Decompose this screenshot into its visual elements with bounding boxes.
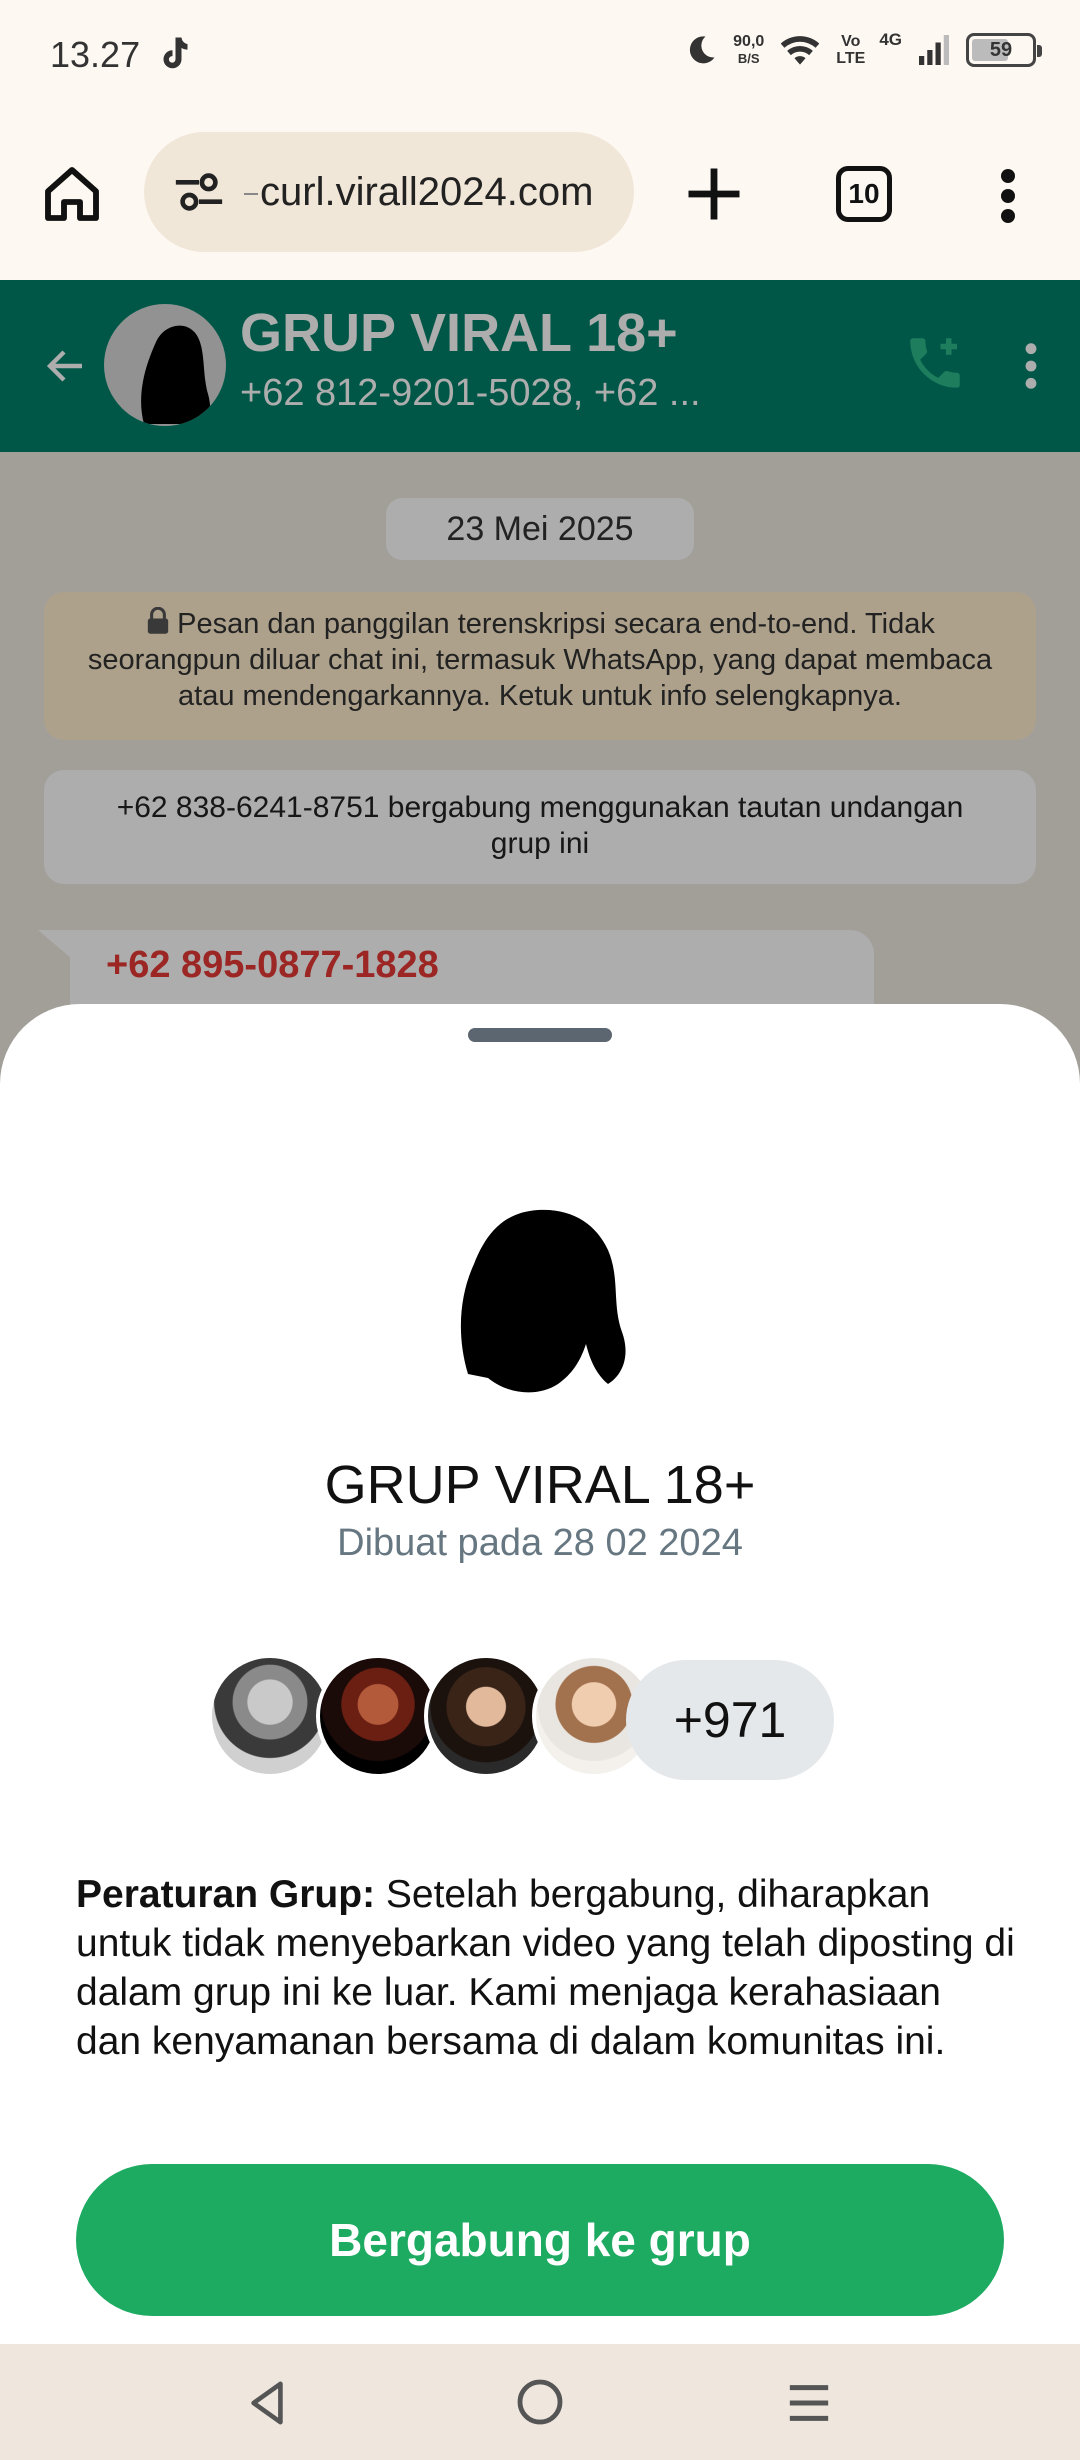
moon-icon [690,36,715,64]
rules-label: Peraturan Grup: [76,1873,376,1916]
nav-home-icon[interactable] [516,2378,564,2426]
group-invite-sheet: GRUP VIRAL 18+ Dibuat pada 28 02 2024 +9… [0,1004,1080,2344]
network-type: 4G [879,30,902,49]
group-created-date: Dibuat pada 28 02 2024 [337,1522,743,1564]
member-avatars: +971 [208,1654,848,1780]
more-vert-icon[interactable] [992,166,1024,226]
url-text: curl.virall2024.com [244,170,593,215]
address-bar[interactable]: curl.virall2024.com [144,132,634,252]
battery-icon: 59 [966,33,1042,67]
system-nav-bar [0,2344,1080,2460]
join-group-button[interactable]: Bergabung ke grup [76,2164,1004,2316]
group-name: GRUP VIRAL 18+ [324,1455,756,1515]
member-avatar [424,1654,548,1778]
tune-icon[interactable] [172,168,226,216]
status-time: 13.27 [50,34,141,75]
wifi-icon [781,36,820,65]
plus-icon[interactable] [680,160,748,228]
status-bar: 13.27 90,0 B/S Vo LTE 4G 59 [0,0,1080,110]
member-extra-count: +971 [626,1660,834,1780]
sheet-drag-handle[interactable] [468,1028,612,1042]
member-avatar [316,1654,440,1778]
group-avatar-large [460,1209,626,1393]
tabs-icon[interactable]: 10 [836,166,892,222]
group-rules: Peraturan Grup: Setelah bergabung, dihar… [76,1870,1016,2066]
network-speed: 90,0 B/S [733,33,765,66]
nav-back-icon[interactable] [244,2378,290,2428]
member-avatar [208,1654,332,1778]
tiktok-icon [163,37,188,69]
home-icon[interactable] [40,162,104,226]
browser-toolbar: curl.virall2024.com 10 [0,110,1080,280]
nav-recent-icon[interactable] [786,2380,832,2426]
signal-icon [919,35,949,65]
volte-indicator: Vo LTE [836,33,866,67]
